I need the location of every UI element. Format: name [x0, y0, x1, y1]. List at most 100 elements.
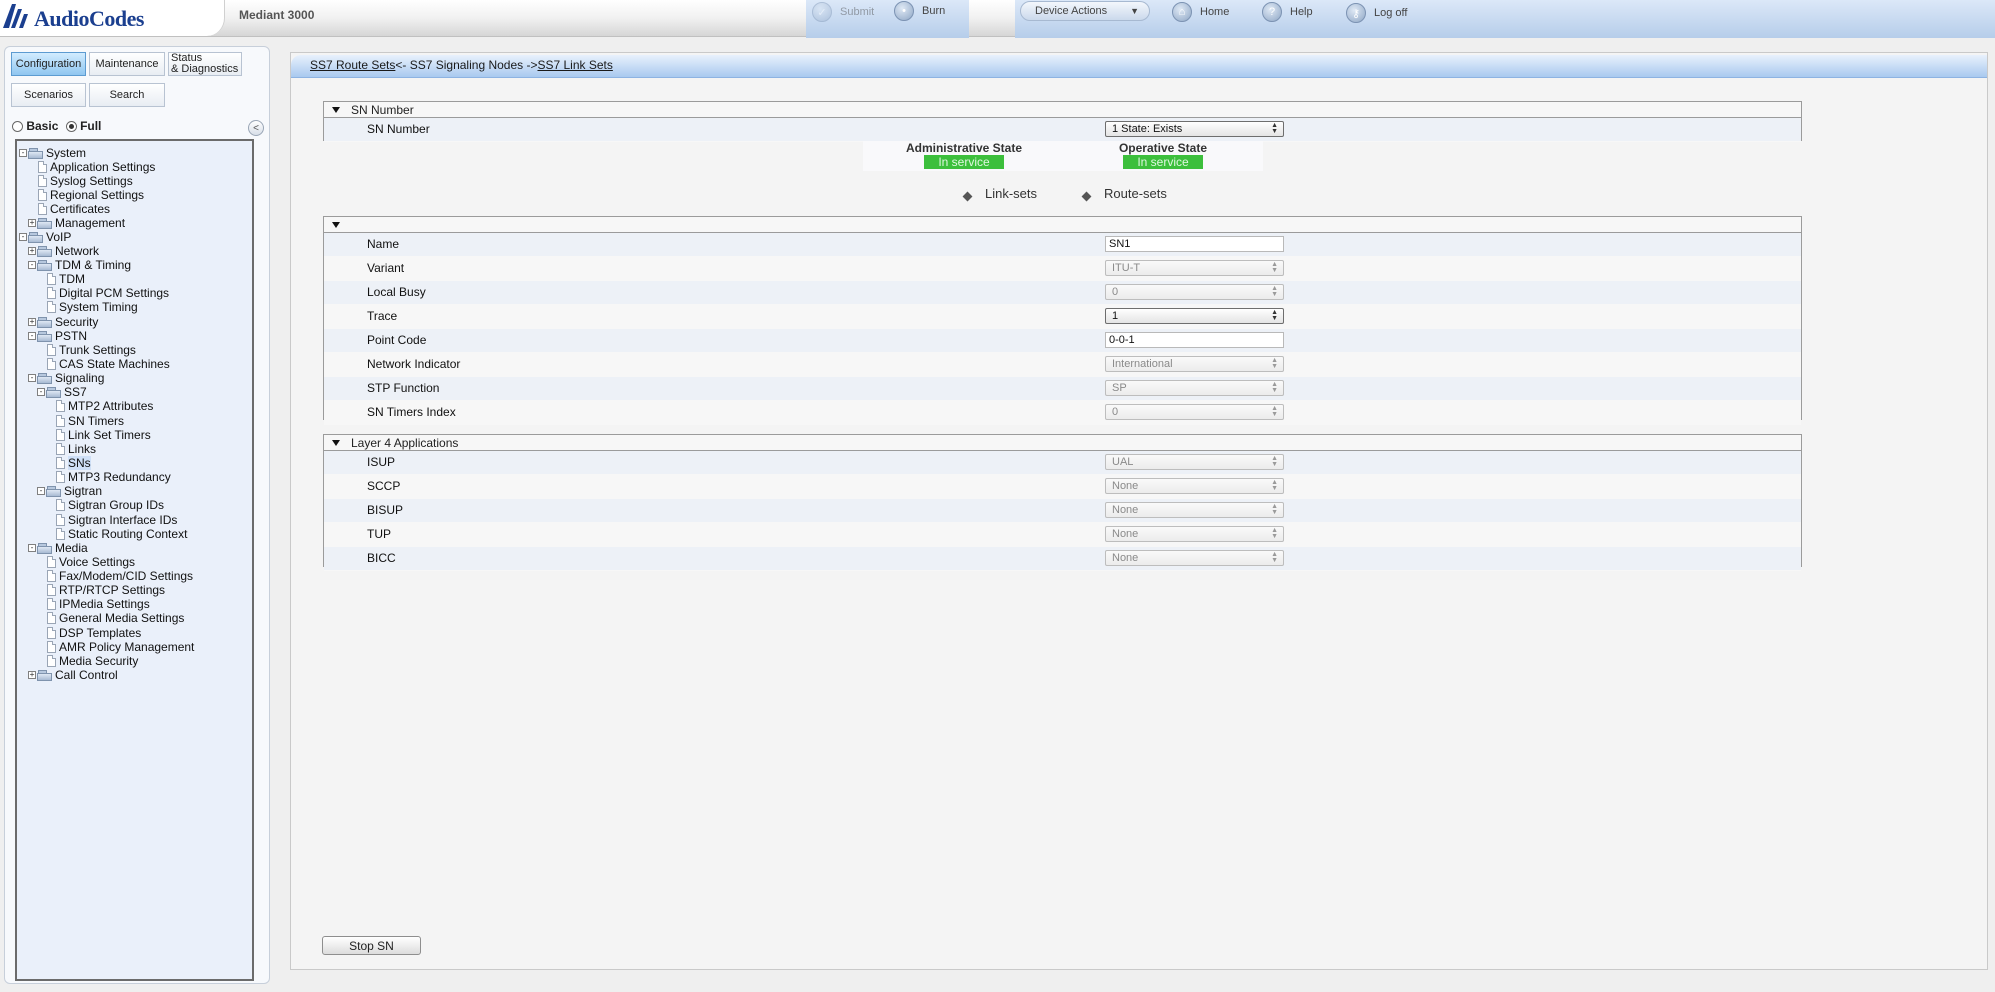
page-icon — [56, 457, 65, 469]
layer4-row-tup: TUP None ▲ ▼ — [324, 523, 1801, 547]
chevron-left-icon: < — [253, 122, 259, 134]
page-icon — [47, 584, 56, 596]
param-row-local-busy: Local Busy 0 ▲ ▼ — [324, 281, 1801, 305]
folder-icon — [46, 386, 62, 398]
stp-function-select: SP ▲ ▼ — [1105, 380, 1284, 396]
device-actions-dropdown[interactable]: Device Actions ▼ — [1020, 1, 1150, 21]
oper-state-badge: In service — [1123, 155, 1203, 169]
tab-maintenance[interactable]: Maintenance — [89, 52, 165, 76]
collapse-panel-button[interactable]: < — [248, 120, 264, 136]
breadcrumb-current: <- SS7 Signaling Nodes -> — [395, 58, 538, 72]
link-sets-link[interactable]: Link-sets — [962, 186, 1037, 202]
page-icon — [47, 641, 56, 653]
field-label: TUP — [367, 527, 391, 541]
tree-item-system-timing[interactable]: System Timing — [47, 299, 138, 315]
tab-status-diagnostics[interactable]: Status & Diagnostics — [168, 52, 242, 76]
layer4-section-header[interactable]: Layer 4 Applications — [324, 435, 1801, 451]
folder-icon — [37, 330, 53, 342]
select-value: ITU-T — [1112, 262, 1141, 274]
route-sets-link[interactable]: Route-sets — [1081, 186, 1167, 202]
collapse-triangle-icon[interactable] — [332, 221, 340, 228]
trace-select[interactable]: 1 ▲ ▼ — [1105, 308, 1284, 324]
expand-icon[interactable]: + — [28, 671, 36, 679]
help-icon: ? — [1262, 2, 1282, 22]
tree-label: VoIP — [46, 230, 72, 244]
basic-label: Basic — [26, 119, 59, 133]
page-icon — [56, 415, 65, 427]
point-code-input[interactable]: 0-0-1 — [1105, 332, 1284, 348]
ss7-route-sets-link[interactable]: SS7 Route Sets — [310, 58, 395, 72]
layer4-row-sccp: SCCP None ▲ ▼ — [324, 475, 1801, 499]
tree-label: Trunk Settings — [59, 343, 136, 357]
tree-folder-call-control[interactable]: + Call Control — [28, 667, 118, 683]
diamond-bullet-icon — [962, 191, 973, 202]
tab-status-label-line2: & Diagnostics — [171, 63, 239, 75]
collapse-triangle-icon[interactable] — [332, 439, 340, 446]
stop-sn-label: Stop SN — [349, 938, 394, 953]
tree-label: Sigtran — [64, 484, 103, 498]
isup-select: UAL ▲ ▼ — [1105, 454, 1284, 470]
chevron-down-icon: ▼ — [1130, 6, 1139, 16]
expand-icon[interactable]: + — [28, 219, 36, 227]
stop-sn-button[interactable]: Stop SN — [322, 936, 421, 955]
tree-label: Media Security — [59, 654, 139, 668]
logoff-button[interactable]: ⚷ Log off — [1346, 2, 1407, 24]
toolbar-save-group: ✓ Submit • Burn — [806, 0, 969, 38]
page-icon — [47, 556, 56, 568]
submit-button[interactable]: ✓ Submit — [812, 1, 874, 23]
field-label: ISUP — [367, 455, 396, 469]
expand-icon[interactable]: + — [28, 247, 36, 255]
sn-number-section-header[interactable]: SN Number — [324, 102, 1801, 118]
select-arrows-icon: ▲ ▼ — [1271, 122, 1278, 135]
tree-label: Media — [55, 541, 88, 555]
select-arrows-icon: ▲ ▼ — [1271, 381, 1278, 394]
tree-label: Sigtran Group IDs — [68, 498, 165, 512]
page-icon — [56, 499, 65, 511]
section-title: SN Number — [351, 102, 414, 117]
name-input[interactable]: SN1 — [1105, 236, 1284, 252]
home-button[interactable]: ⌂ Home — [1172, 1, 1229, 23]
select-arrows-icon: ▲ ▼ — [1271, 405, 1278, 418]
param-row-point-code: Point Code 0-0-1 — [324, 329, 1801, 353]
page-icon — [56, 514, 65, 526]
tree-item-general-media-settings[interactable]: General Media Settings — [47, 610, 184, 626]
tree-label: System — [46, 146, 87, 160]
collapse-triangle-icon[interactable] — [332, 106, 340, 113]
tree-item-sigtran-group-ids[interactable]: Sigtran Group IDs — [56, 497, 164, 513]
collapse-icon[interactable]: - — [28, 332, 36, 340]
tab-search[interactable]: Search — [89, 83, 165, 107]
field-label: Local Busy — [367, 285, 426, 299]
tree-label: IPMedia Settings — [59, 597, 150, 611]
collapse-icon[interactable]: - — [28, 544, 36, 552]
tab-configuration[interactable]: Configuration — [11, 52, 86, 76]
burn-button[interactable]: • Burn — [894, 0, 945, 22]
help-button[interactable]: ? Help — [1262, 1, 1313, 23]
tab-scenarios[interactable]: Scenarios — [11, 83, 86, 107]
tree-label: Static Routing Context — [68, 527, 188, 541]
tree-label: Management — [55, 216, 126, 230]
select-value: None — [1112, 504, 1139, 516]
collapse-icon[interactable]: - — [28, 261, 36, 269]
collapse-icon[interactable]: - — [37, 388, 45, 396]
ss7-link-sets-link[interactable]: SS7 Link Sets — [537, 58, 612, 72]
collapse-icon[interactable]: - — [28, 374, 36, 382]
page-icon — [47, 612, 56, 624]
select-arrows-icon: ▲ ▼ — [1271, 455, 1278, 468]
param-row-stp-function: STP Function SP ▲ ▼ — [324, 377, 1801, 401]
collapse-icon[interactable]: - — [19, 149, 27, 157]
collapse-icon[interactable]: - — [37, 487, 45, 495]
basic-radio[interactable] — [12, 121, 23, 133]
home-label: Home — [1200, 6, 1230, 18]
field-label: SN Number — [367, 122, 430, 136]
collapse-icon[interactable]: - — [19, 233, 27, 241]
sn-parameters-section-header[interactable] — [324, 217, 1801, 233]
tree-label: PSTN — [55, 329, 88, 343]
full-radio[interactable] — [65, 121, 77, 133]
sn-number-select[interactable]: 1 State: Exists ▲ ▼ — [1105, 121, 1284, 137]
field-label: Network Indicator — [367, 357, 461, 371]
expand-icon[interactable]: + — [28, 318, 36, 326]
burn-label: Burn — [922, 5, 946, 17]
select-arrows-icon: ▲ ▼ — [1271, 309, 1278, 322]
tree-item-mtp2-attributes[interactable]: MTP2 Attributes — [56, 398, 153, 414]
folder-icon — [46, 485, 62, 497]
